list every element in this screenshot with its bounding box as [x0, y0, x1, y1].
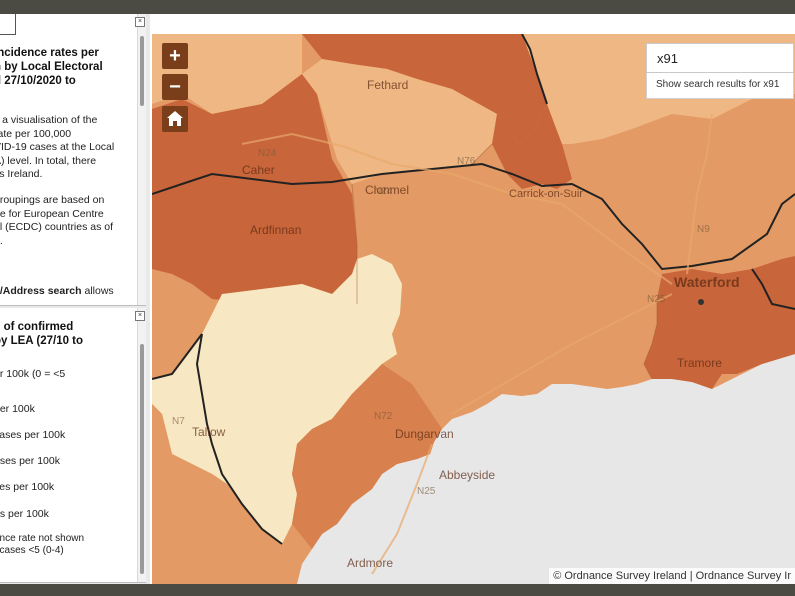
home-button[interactable]	[162, 106, 188, 132]
zoom-in-button[interactable]: +	[162, 43, 188, 69]
search-box[interactable]	[646, 43, 794, 73]
close-icon[interactable]: ×	[135, 311, 145, 321]
place-label: Carrick-on-Suir	[509, 188, 583, 200]
window-frame-top	[0, 0, 795, 14]
sidebar: incidence rates per n by Local Electoral…	[0, 14, 150, 584]
place-label: Ardfinnan	[250, 223, 301, 237]
home-icon	[167, 111, 183, 126]
app-window: incidence rates per n by Local Electoral…	[0, 14, 795, 584]
info-panel-description: s a visualisation of the rate per 100,00…	[0, 114, 115, 180]
place-label: Tramore	[677, 356, 722, 370]
map-canvas[interactable]: Fethard Caher Ardfinnan Clonmel Carrick-…	[152, 34, 795, 584]
info-panel: incidence rates per n by Local Electoral…	[0, 14, 146, 306]
info-panel-content[interactable]: incidence rates per n by Local Electoral…	[0, 14, 140, 305]
legend-item: ases per 100k	[0, 455, 60, 467]
place-label: Waterford	[674, 274, 740, 290]
legend-item: es per 100k	[0, 508, 49, 520]
road-label: N72	[374, 411, 393, 422]
legend-panel-content[interactable]: e of confirmed by LEA (27/10 to er 100k …	[0, 308, 140, 582]
search-suggestion[interactable]: Show search results for x91	[646, 73, 794, 99]
place-label: Caher	[242, 163, 275, 177]
place-label: Ardmore	[347, 556, 393, 570]
info-panel-scrollbar[interactable]: ×	[135, 14, 146, 305]
info-panel-scroll-thumb[interactable]	[140, 36, 144, 106]
window-frame-bottom	[0, 584, 795, 596]
legend-item: er 100k (0 = <5	[0, 368, 66, 380]
legend-item: ses per 100k	[0, 481, 55, 493]
info-panel-groupings: groupings are based on ge for European C…	[0, 194, 114, 247]
search-note-bold: e/Address search	[0, 285, 82, 297]
road-label: N9	[697, 224, 710, 235]
road-label: N24	[258, 148, 277, 159]
map-attribution: © Ordnance Survey Ireland | Ordnance Sur…	[549, 568, 795, 584]
search-input[interactable]	[647, 44, 793, 72]
place-label: Fethard	[367, 78, 408, 92]
legend-panel-scroll-thumb[interactable]	[140, 344, 144, 574]
info-panel-search-note: e/Address search allows	[0, 285, 140, 299]
info-panel-title: incidence rates per n by Local Electoral…	[0, 47, 103, 87]
panel-tab[interactable]	[0, 14, 16, 35]
place-label: Tallow	[192, 425, 226, 439]
map-view[interactable]: Fethard Caher Ardfinnan Clonmel Carrick-…	[152, 34, 795, 584]
legend-panel-scrollbar[interactable]: ×	[135, 308, 146, 582]
legend-title: e of confirmed by LEA (27/10 to	[0, 321, 84, 347]
place-label: Dungarvan	[395, 427, 454, 441]
legend-panel: e of confirmed by LEA (27/10 to er 100k …	[0, 308, 146, 583]
place-label: Abbeyside	[439, 468, 495, 482]
road-label: N24	[374, 186, 393, 197]
road-label: N7	[172, 416, 185, 427]
close-icon[interactable]: ×	[135, 17, 145, 27]
road-label: N25	[417, 486, 436, 497]
legend-item: per 100k	[0, 403, 35, 415]
legend-note: ence rate not shown f cases <5 (0-4)	[0, 533, 85, 556]
legend-item: cases per 100k	[0, 429, 66, 441]
zoom-out-button[interactable]: −	[162, 74, 188, 100]
city-marker[interactable]	[698, 299, 704, 305]
search-note-rest: allows	[81, 285, 114, 297]
road-label: N25	[647, 294, 666, 305]
road-label: N76	[457, 156, 476, 167]
